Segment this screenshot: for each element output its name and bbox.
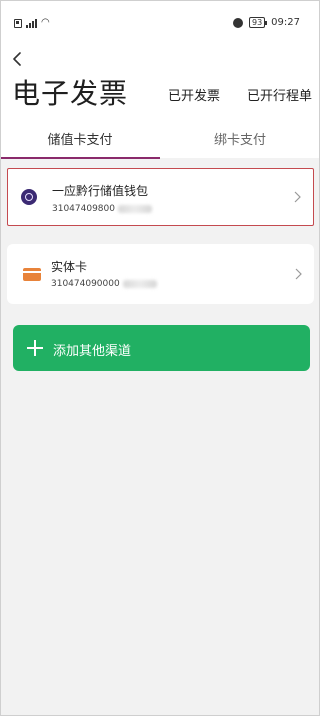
physical-card-number: 310474090000 <box>51 279 157 289</box>
wallet-card-number-text: 31047409800 <box>52 204 115 214</box>
wifi-icon: ◠ <box>41 17 50 28</box>
wallet-card[interactable]: 一应黔行储值钱包 31047409800 <box>7 168 314 226</box>
tab-stored-value[interactable]: 储值卡支付 <box>0 118 160 159</box>
tab-bound-card[interactable]: 绑卡支付 <box>160 118 320 158</box>
plus-icon <box>27 340 43 356</box>
chevron-right-icon <box>294 191 301 203</box>
alarm-icon <box>232 17 243 28</box>
masked-digits <box>118 204 152 213</box>
masked-digits <box>122 279 157 288</box>
status-bar: ◠ 93 09:27 <box>0 0 320 40</box>
chevron-right-icon <box>295 268 302 280</box>
payment-tabs: 储值卡支付 绑卡支付 <box>0 118 320 159</box>
physical-card-title: 实体卡 <box>51 260 88 274</box>
physical-card-number-text: 310474090000 <box>51 279 120 289</box>
add-channel-label: 添加其他渠道 <box>53 344 132 359</box>
wallet-card-title: 一应黔行储值钱包 <box>52 184 149 198</box>
signal-icon <box>26 18 37 28</box>
status-time: 09:27 <box>271 17 300 28</box>
physical-card[interactable]: 实体卡 310474090000 <box>7 244 314 304</box>
card-icon <box>23 268 41 281</box>
wallet-card-number: 31047409800 <box>52 204 152 214</box>
status-right: 93 09:27 <box>232 17 300 28</box>
page-title: 电子发票 <box>12 77 129 110</box>
wallet-icon <box>21 189 37 205</box>
issued-invoices-link[interactable]: 已开发票 <box>168 85 220 104</box>
back-arrow-icon[interactable] <box>12 52 24 66</box>
status-left: ◠ <box>14 18 50 28</box>
sim-icon <box>14 18 22 28</box>
battery-icon: 93 <box>248 17 268 28</box>
issued-itinerary-link[interactable]: 已开行程单 <box>247 85 312 104</box>
add-channel-button[interactable]: 添加其他渠道 <box>13 325 310 371</box>
